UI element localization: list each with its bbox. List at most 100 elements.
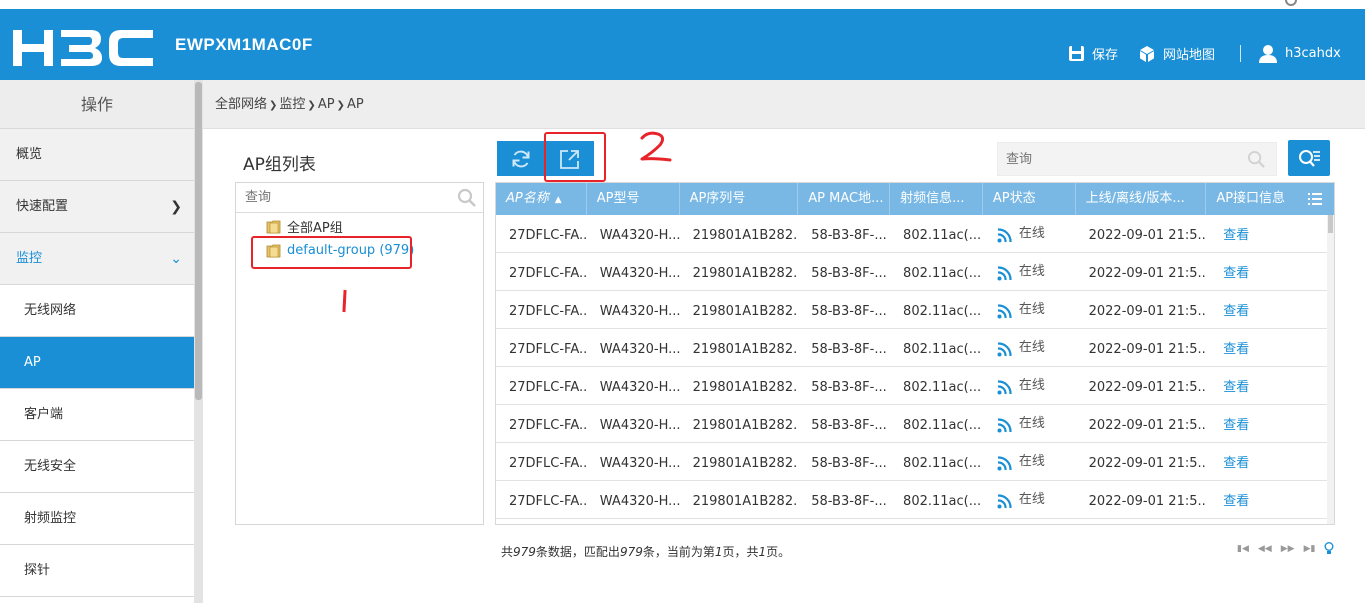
summary-total: 979 (513, 545, 536, 559)
column-header-ap-model[interactable]: AP型号 (587, 183, 680, 215)
top-header: EWPXM1MAC0F 保存 网站地图 h3cahdx (0, 9, 1365, 80)
last-page-icon[interactable]: ▶▮ (1304, 544, 1316, 554)
status-text: 在线 (1018, 416, 1045, 431)
cell-interface-link[interactable]: 查看 (1206, 329, 1334, 367)
cell-interface-link[interactable]: 查看 (1206, 215, 1334, 253)
sidebar-item-probe[interactable]: 探针 (0, 545, 194, 597)
cell-serial: 219801A1B282... (692, 456, 799, 471)
table-row[interactable]: 27DFLC-FA... WA4320-H... 219801A1B282... 58… (496, 329, 1334, 367)
sidebar-item-monitor[interactable]: 监控 ⌄ (0, 233, 194, 285)
cell-radio: 802.11ac(... (903, 418, 982, 433)
column-header-serial[interactable]: AP序列号 (680, 183, 799, 215)
scrollbar-thumb[interactable] (1328, 215, 1333, 233)
window-dot-icon (1285, 0, 1297, 6)
column-header-radio[interactable]: 射频信息... (890, 183, 983, 215)
cell-mac: 58-B3-8F-... (811, 456, 887, 471)
column-menu-icon[interactable] (1308, 193, 1322, 205)
cell-interface-link[interactable]: 查看 (1206, 367, 1334, 405)
wifi-signal-icon (997, 379, 1012, 394)
column-label: 上线/离线/版本... (1085, 191, 1185, 206)
breadcrumb-item[interactable]: AP (318, 97, 335, 112)
sitemap-button[interactable]: 网站地图 (1138, 44, 1215, 63)
sidebar-item-quick-config[interactable]: 快速配置 ❯ (0, 181, 194, 233)
sidebar-item-overview[interactable]: 概览 (0, 129, 194, 181)
cell-online-time: 2022-09-01 21:5... (1088, 228, 1207, 243)
cube-icon (1140, 45, 1154, 62)
breadcrumb-item[interactable]: 监控 (279, 97, 305, 112)
column-header-interface[interactable]: AP接口信息 (1206, 183, 1334, 215)
sidebar-item-wireless-network[interactable]: 无线网络 (0, 285, 194, 337)
column-label: AP MAC地... (808, 191, 884, 206)
column-header-status[interactable]: AP状态 (983, 183, 1076, 215)
cell-mac: 58-B3-8F-... (811, 418, 887, 433)
table-row[interactable]: 27DFLC-FA... WA4320-H... 219801A1B282... 58… (496, 443, 1334, 481)
cell-radio: 802.11ac(... (903, 380, 982, 395)
wifi-signal-icon (997, 417, 1012, 432)
table-row[interactable]: 27DFLC-FA... WA4320-H... 219801A1B282... 58… (496, 215, 1334, 253)
column-header-online-time[interactable]: 上线/离线/版本... (1076, 183, 1207, 215)
advanced-search-icon (1299, 150, 1320, 167)
cell-interface-link[interactable]: 查看 (1206, 443, 1334, 481)
status-text: 在线 (1018, 226, 1045, 241)
cell-mac: 58-B3-8F-... (811, 228, 887, 243)
cell-interface-link[interactable]: 查看 (1206, 405, 1334, 443)
scrollbar-thumb[interactable] (195, 82, 202, 400)
refresh-button[interactable] (497, 141, 545, 176)
cell-mac: 58-B3-8F-... (811, 304, 887, 319)
sidebar-scrollbar[interactable] (194, 80, 203, 603)
table-row[interactable]: 27DFLC-FA... WA4320-H... 219801A1B282... 58… (496, 481, 1334, 519)
cell-status: 在线 (983, 215, 1076, 253)
sidebar-item-ap[interactable]: AP (0, 337, 194, 389)
group-search-input[interactable] (236, 183, 446, 211)
lightbulb-icon[interactable] (1324, 542, 1334, 555)
summary-text: 页，共 (722, 545, 759, 559)
cell-ap-model: WA4320-H... (599, 456, 680, 471)
username: h3cahdx (1285, 46, 1341, 61)
search-icon[interactable] (1247, 150, 1266, 169)
cell-interface-link[interactable]: 查看 (1206, 253, 1334, 291)
cell-ap-name: 27DFLC-FA... (509, 418, 587, 433)
table-row[interactable]: 27DFLC-FA... WA4320-H... 219801A1B282... 58… (496, 291, 1334, 329)
table-row[interactable]: 27DFLC-FA... WA4320-H... 219801A1B282... 58… (496, 367, 1334, 405)
column-header-ap-name[interactable]: AP名称 ▲ (496, 183, 587, 215)
table-scrollbar[interactable] (1327, 215, 1334, 524)
refresh-icon (512, 150, 530, 167)
cell-ap-name: 27DFLC-FA... (509, 494, 587, 509)
column-header-mac[interactable]: AP MAC地... (798, 183, 891, 215)
cell-online-time: 2022-09-01 21:5... (1088, 304, 1207, 319)
search-icon[interactable] (457, 188, 477, 208)
chevron-right-icon: ❯ (170, 199, 182, 215)
folder-icon (266, 220, 281, 234)
cell-ap-model: WA4320-H... (599, 494, 680, 509)
tree-item-all-groups[interactable]: 全部AP组 (266, 217, 343, 236)
cell-serial: 219801A1B282... (692, 342, 799, 357)
user-menu[interactable]: h3cahdx (1258, 44, 1341, 63)
sidebar-item-label: 无线网络 (24, 303, 77, 318)
sidebar-item-clients[interactable]: 客户端 (0, 389, 194, 441)
save-button[interactable]: 保存 (1068, 44, 1118, 63)
next-page-icon[interactable]: ▶▶ (1281, 544, 1295, 554)
status-text: 在线 (1018, 492, 1045, 507)
wifi-signal-icon (997, 341, 1012, 356)
table-row[interactable]: 27DFLC-FA... WA4320-H... 219801A1B282... 58… (496, 253, 1334, 291)
column-label: AP序列号 (689, 191, 746, 206)
summary-text: 条，当前为第 (642, 545, 715, 559)
prev-page-icon[interactable]: ◀◀ (1258, 544, 1272, 554)
sidebar-item-rf-monitor[interactable]: 射频监控 (0, 493, 194, 545)
cell-interface-link[interactable]: 查看 (1206, 291, 1334, 329)
chevron-down-icon: ⌄ (170, 251, 182, 267)
sidebar-item-wireless-security[interactable]: 无线安全 (0, 441, 194, 493)
advanced-search-button[interactable] (1288, 140, 1330, 176)
cell-ap-name: 27DFLC-FA... (509, 342, 587, 357)
first-page-icon[interactable]: ▮◀ (1237, 544, 1249, 554)
cell-online-time: 2022-09-01 21:5... (1088, 266, 1207, 281)
table-row[interactable]: 27DFLC-FA... WA4320-H... 219801A1B282... 58… (496, 405, 1334, 443)
sort-asc-icon[interactable]: ▲ (555, 195, 562, 205)
cell-interface-link[interactable]: 查看 (1206, 481, 1334, 519)
cell-serial: 219801A1B282... (692, 304, 799, 319)
breadcrumb-item[interactable]: 全部网络 (215, 97, 267, 112)
summary-matched: 979 (619, 545, 643, 559)
ap-search (997, 142, 1277, 176)
ap-search-input[interactable] (998, 143, 1238, 175)
sidebar-item-label: 探针 (24, 563, 51, 578)
